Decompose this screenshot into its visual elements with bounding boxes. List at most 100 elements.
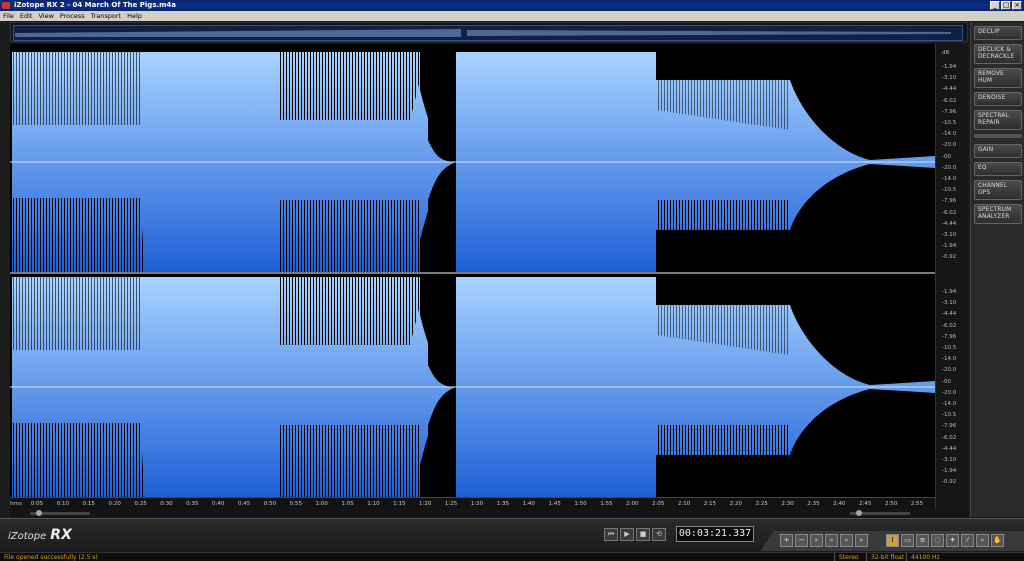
- db-unit: dB: [942, 50, 950, 56]
- db-label: -7.96: [942, 333, 957, 340]
- time-label: 0:10: [56, 501, 70, 507]
- db-label: -00: [942, 153, 951, 160]
- time-select-tool-icon[interactable]: I: [886, 534, 899, 547]
- zoom-freq-icon[interactable]: ⌕: [855, 534, 868, 547]
- time-label: 1:25: [444, 501, 458, 507]
- time-label: 2:25: [755, 501, 768, 507]
- db-label: -10.5: [942, 412, 957, 419]
- time-label: 1:05: [341, 501, 354, 507]
- v-zoom-knob[interactable]: [856, 510, 862, 516]
- zoom-out-icon[interactable]: −: [795, 534, 808, 547]
- module-remove-hum-button[interactable]: REMOVE HUM: [974, 68, 1022, 88]
- time-label: 1:55: [600, 501, 613, 507]
- brush-tool-icon[interactable]: ⁄: [961, 534, 974, 547]
- time-label: 1:00: [315, 501, 328, 507]
- time-label: 0:20: [108, 501, 121, 507]
- module-channel-ops-button[interactable]: CHANNEL OPS: [974, 180, 1022, 200]
- time-label: 2:50: [884, 501, 898, 507]
- izotope-logo: iZotope RX: [8, 527, 72, 543]
- minimize-button[interactable]: _: [990, 1, 1000, 10]
- time-label: 0:15: [82, 501, 95, 507]
- time-ruler[interactable]: hms 0:05 0:10 0:15 0:20 0:25 0:30 0:35 0:40 0:45…: [10, 497, 935, 509]
- menu-help[interactable]: Help: [124, 11, 145, 21]
- module-declip-button[interactable]: DECLIP: [974, 26, 1022, 40]
- time-label: 1:30: [470, 501, 484, 507]
- zoom-time-icon[interactable]: ⌕: [840, 534, 853, 547]
- maximize-button[interactable]: □: [1001, 1, 1011, 10]
- channel-divider: [10, 272, 935, 274]
- time-label: 1:40: [522, 501, 535, 507]
- db-label: -20.0: [942, 142, 957, 149]
- channel-right[interactable]: [10, 275, 935, 498]
- app-icon: [2, 2, 10, 9]
- time-label: 2:30: [781, 501, 794, 507]
- zoom-selection-icon[interactable]: ⌕: [810, 534, 823, 547]
- db-label: -4.44: [942, 220, 957, 227]
- db-label: -7.96: [942, 423, 957, 430]
- status-bitdepth: 32-bit float: [866, 553, 904, 561]
- app-window: iZotope RX 2 - 04 March Of The Pigs.m4a …: [0, 0, 1024, 561]
- menu-edit[interactable]: Edit: [17, 11, 36, 21]
- db-label: -20.0: [942, 164, 957, 171]
- module-panel: DECLIP DECLICK & DECRACKLE REMOVE HUM DE…: [970, 22, 1024, 517]
- time-label: 0:35: [186, 501, 199, 507]
- tool-strip: + − ⌕ ⌕ ⌕ ⌕ I ▭ ≡ ◌ ✦ ⁄ ⌕ ✋: [760, 531, 1024, 551]
- time-label: 2:10: [677, 501, 691, 507]
- menu-file[interactable]: File: [0, 11, 17, 21]
- module-spectrum-analyzer-button[interactable]: SPECTRUM ANALYZER: [974, 204, 1022, 224]
- module-eq-button[interactable]: EQ: [974, 162, 1022, 176]
- db-label: -1.94: [942, 289, 957, 295]
- waveform-display[interactable]: [10, 44, 935, 498]
- status-samplerate: 44100 Hz: [906, 553, 940, 561]
- lasso-tool-icon[interactable]: ◌: [931, 534, 944, 547]
- module-declick-button[interactable]: DECLICK & DECRACKLE: [974, 44, 1022, 64]
- menu-transport[interactable]: Transport: [88, 11, 125, 21]
- db-label: -3.10: [942, 457, 957, 463]
- magnify-tool-icon[interactable]: ⌕: [976, 534, 989, 547]
- db-label: -14.0: [942, 131, 957, 138]
- module-denoise-button[interactable]: DENOISE: [974, 92, 1022, 106]
- menu-process[interactable]: Process: [57, 11, 88, 21]
- db-label: -14.0: [942, 176, 957, 182]
- go-to-start-button[interactable]: ⏮: [604, 528, 618, 541]
- status-bar: File opened successfully (2.5 s) Stereo …: [0, 552, 1024, 561]
- db-label: -4.44: [942, 86, 957, 93]
- time-label: 0:05: [30, 501, 44, 507]
- db-label: -3.10: [942, 232, 957, 238]
- time-label: 1:15: [393, 501, 406, 507]
- time-label: 1:35: [496, 501, 510, 507]
- overview-waveform[interactable]: [10, 22, 968, 42]
- time-label: 2:15: [703, 501, 717, 507]
- module-spectral-repair-button[interactable]: SPECTRAL REPAIR: [974, 110, 1022, 130]
- h-zoom-knob[interactable]: [36, 510, 42, 516]
- db-label: -10.5: [942, 120, 957, 126]
- db-label: -6.02: [942, 434, 957, 441]
- menu-view[interactable]: View: [35, 11, 56, 21]
- close-button[interactable]: ×: [1012, 1, 1022, 10]
- play-button[interactable]: ▶: [620, 528, 634, 541]
- db-label: -4.44: [942, 445, 957, 452]
- waveform-left-graphic: [10, 52, 935, 272]
- channel-left[interactable]: [10, 50, 935, 273]
- module-gain-button[interactable]: GAIN: [974, 144, 1022, 158]
- module-separator: [974, 134, 1022, 138]
- freq-select-tool-icon[interactable]: ≡: [916, 534, 929, 547]
- time-label: 0:25: [134, 501, 147, 507]
- left-channel-strip: [0, 44, 10, 514]
- time-label: 2:05: [651, 501, 665, 507]
- db-label: -7.96: [942, 108, 957, 115]
- time-unit: hms: [10, 501, 22, 507]
- db-label: -6.02: [942, 97, 957, 104]
- zoom-fit-icon[interactable]: ⌕: [825, 534, 838, 547]
- db-label: -3.10: [942, 300, 957, 307]
- rect-select-tool-icon[interactable]: ▭: [901, 534, 914, 547]
- status-channels: Stereo: [834, 553, 859, 561]
- magic-wand-icon[interactable]: ✦: [946, 534, 959, 547]
- hand-tool-icon[interactable]: ✋: [991, 534, 1004, 547]
- title-bar: iZotope RX 2 - 04 March Of The Pigs.m4a …: [0, 0, 1024, 11]
- db-label: -10.5: [942, 187, 957, 194]
- loop-button[interactable]: ⟲: [652, 528, 666, 541]
- db-label: -0.92: [942, 254, 957, 261]
- zoom-in-icon[interactable]: +: [780, 534, 793, 547]
- stop-button[interactable]: ■: [636, 528, 650, 541]
